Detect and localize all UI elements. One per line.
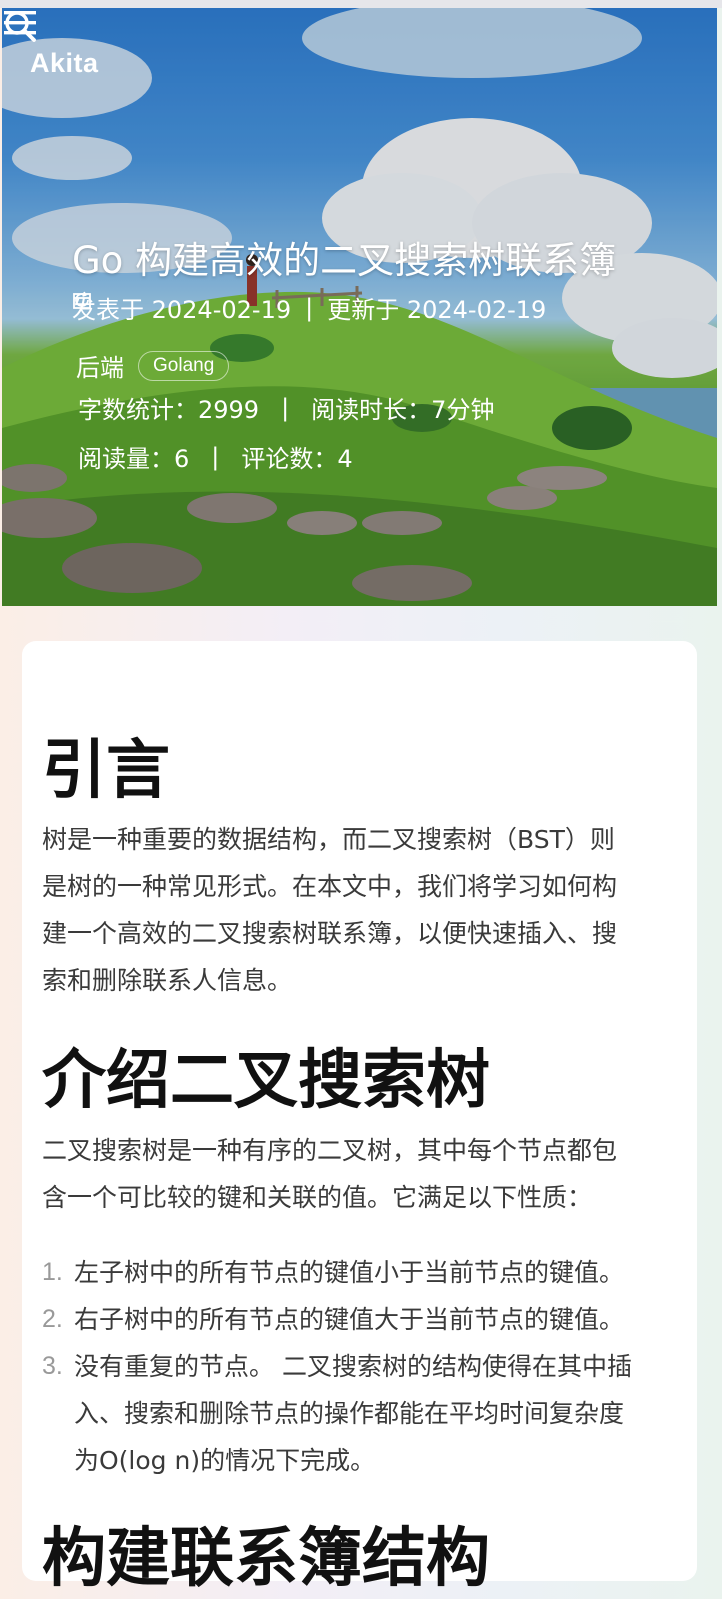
menu-icon[interactable] bbox=[2, 8, 38, 38]
meta-separator: | bbox=[211, 442, 220, 471]
article-card: 引言 树是一种重要的数据结构，而二叉搜索树（BST）则 是树的一种常见形式。在本… bbox=[22, 641, 697, 1596]
post-title: Go 构建高效的二叉搜索树联系簿 bbox=[72, 239, 617, 282]
post-taxonomy: 后端 Golang bbox=[76, 348, 230, 383]
meta-separator: | bbox=[305, 293, 314, 322]
post-date-line: 发表于 2024-02-19 | 更新于 2024-02-19 bbox=[72, 290, 546, 325]
list-item: 2. 右子树中的所有节点的键值大于当前节点的键值。 bbox=[42, 1296, 672, 1343]
list-text: 左子树中的所有节点的键值小于当前节点的键值。 bbox=[74, 1249, 624, 1296]
post-stats-line: 字数统计：2999 | 阅读时长：7分钟 bbox=[78, 390, 494, 425]
list-number: 3. bbox=[42, 1352, 63, 1380]
word-count: 字数统计：2999 bbox=[78, 396, 260, 424]
text-line: 为O(log n)的情况下完成。 bbox=[74, 1446, 376, 1475]
reading-time: 阅读时长：7分钟 bbox=[311, 396, 495, 424]
text-line: 右子树中的所有节点的键值大于当前节点的键值。 bbox=[74, 1305, 625, 1334]
text-line: 含一个可比较的键和关联的值。它满足以下性质： bbox=[42, 1183, 593, 1212]
text-line: 二叉搜索树是一种有序的二叉树，其中每个节点都包 bbox=[42, 1136, 618, 1165]
meta-separator: | bbox=[281, 393, 290, 422]
top-strip bbox=[0, 0, 722, 8]
text-line: 树是一种重要的数据结构，而二叉搜索树（BST）则 bbox=[42, 825, 615, 854]
category-link[interactable]: 后端 bbox=[76, 348, 124, 383]
refresh-icon bbox=[75, 291, 89, 307]
text-line: 左子树中的所有节点的键值小于当前节点的键值。 bbox=[74, 1258, 625, 1287]
bst-paragraph: 二叉搜索树是一种有序的二叉树，其中每个节点都包 含一个可比较的键和关联的值。它满… bbox=[42, 1127, 662, 1221]
list-number: 1. bbox=[42, 1258, 63, 1286]
site-brand-link[interactable]: Akita bbox=[30, 48, 99, 79]
comment-count[interactable]: 评论数：4 bbox=[241, 439, 352, 474]
list-text: 没有重复的节点。 二叉搜索树的结构使得在其中插 入、搜索和删除节点的操作都能在平… bbox=[74, 1343, 632, 1484]
intro-paragraph: 树是一种重要的数据结构，而二叉搜索树（BST）则 是树的一种常见形式。在本文中，… bbox=[42, 816, 662, 1004]
published-date: 发表于 2024-02-19 bbox=[72, 296, 292, 324]
updated-date: 更新于 2024-02-19 bbox=[327, 296, 547, 324]
text-line: 是树的一种常见形式。在本文中，我们将学习如何构 bbox=[42, 872, 618, 901]
heading-bst: 介绍二叉搜索树 bbox=[42, 1044, 490, 1118]
heading-introduction: 引言 bbox=[42, 734, 170, 808]
hero-banner: Akita Go 构建高效的二叉搜索树联系簿 发表于 2024-02-19 | … bbox=[2, 8, 717, 606]
list-item: 3. 没有重复的节点。 二叉搜索树的结构使得在其中插 入、搜索和删除节点的操作都… bbox=[42, 1343, 672, 1484]
text-line: 建一个高效的二叉搜索树联系簿，以便快速插入、搜 bbox=[42, 919, 618, 948]
list-item: 1. 左子树中的所有节点的键值小于当前节点的键值。 bbox=[42, 1249, 672, 1296]
tag-link[interactable]: Golang bbox=[138, 350, 230, 381]
view-count: 阅读量：6 bbox=[78, 445, 190, 473]
list-number: 2. bbox=[42, 1305, 63, 1333]
text-line: 入、搜索和删除节点的操作都能在平均时间复杂度 bbox=[74, 1399, 625, 1428]
heading-contact-structure: 构建联系簿结构 bbox=[42, 1522, 490, 1596]
text-line: 索和删除联系人信息。 bbox=[42, 966, 293, 995]
text-line: 没有重复的节点。 二叉搜索树的结构使得在其中插 bbox=[74, 1352, 632, 1381]
post-counts-line: 阅读量：6 | 评论数：4 bbox=[78, 439, 353, 474]
list-text: 右子树中的所有节点的键值大于当前节点的键值。 bbox=[74, 1296, 624, 1343]
bst-properties-list: 1. 左子树中的所有节点的键值小于当前节点的键值。 2. 右子树中的所有节点的键… bbox=[42, 1249, 672, 1484]
